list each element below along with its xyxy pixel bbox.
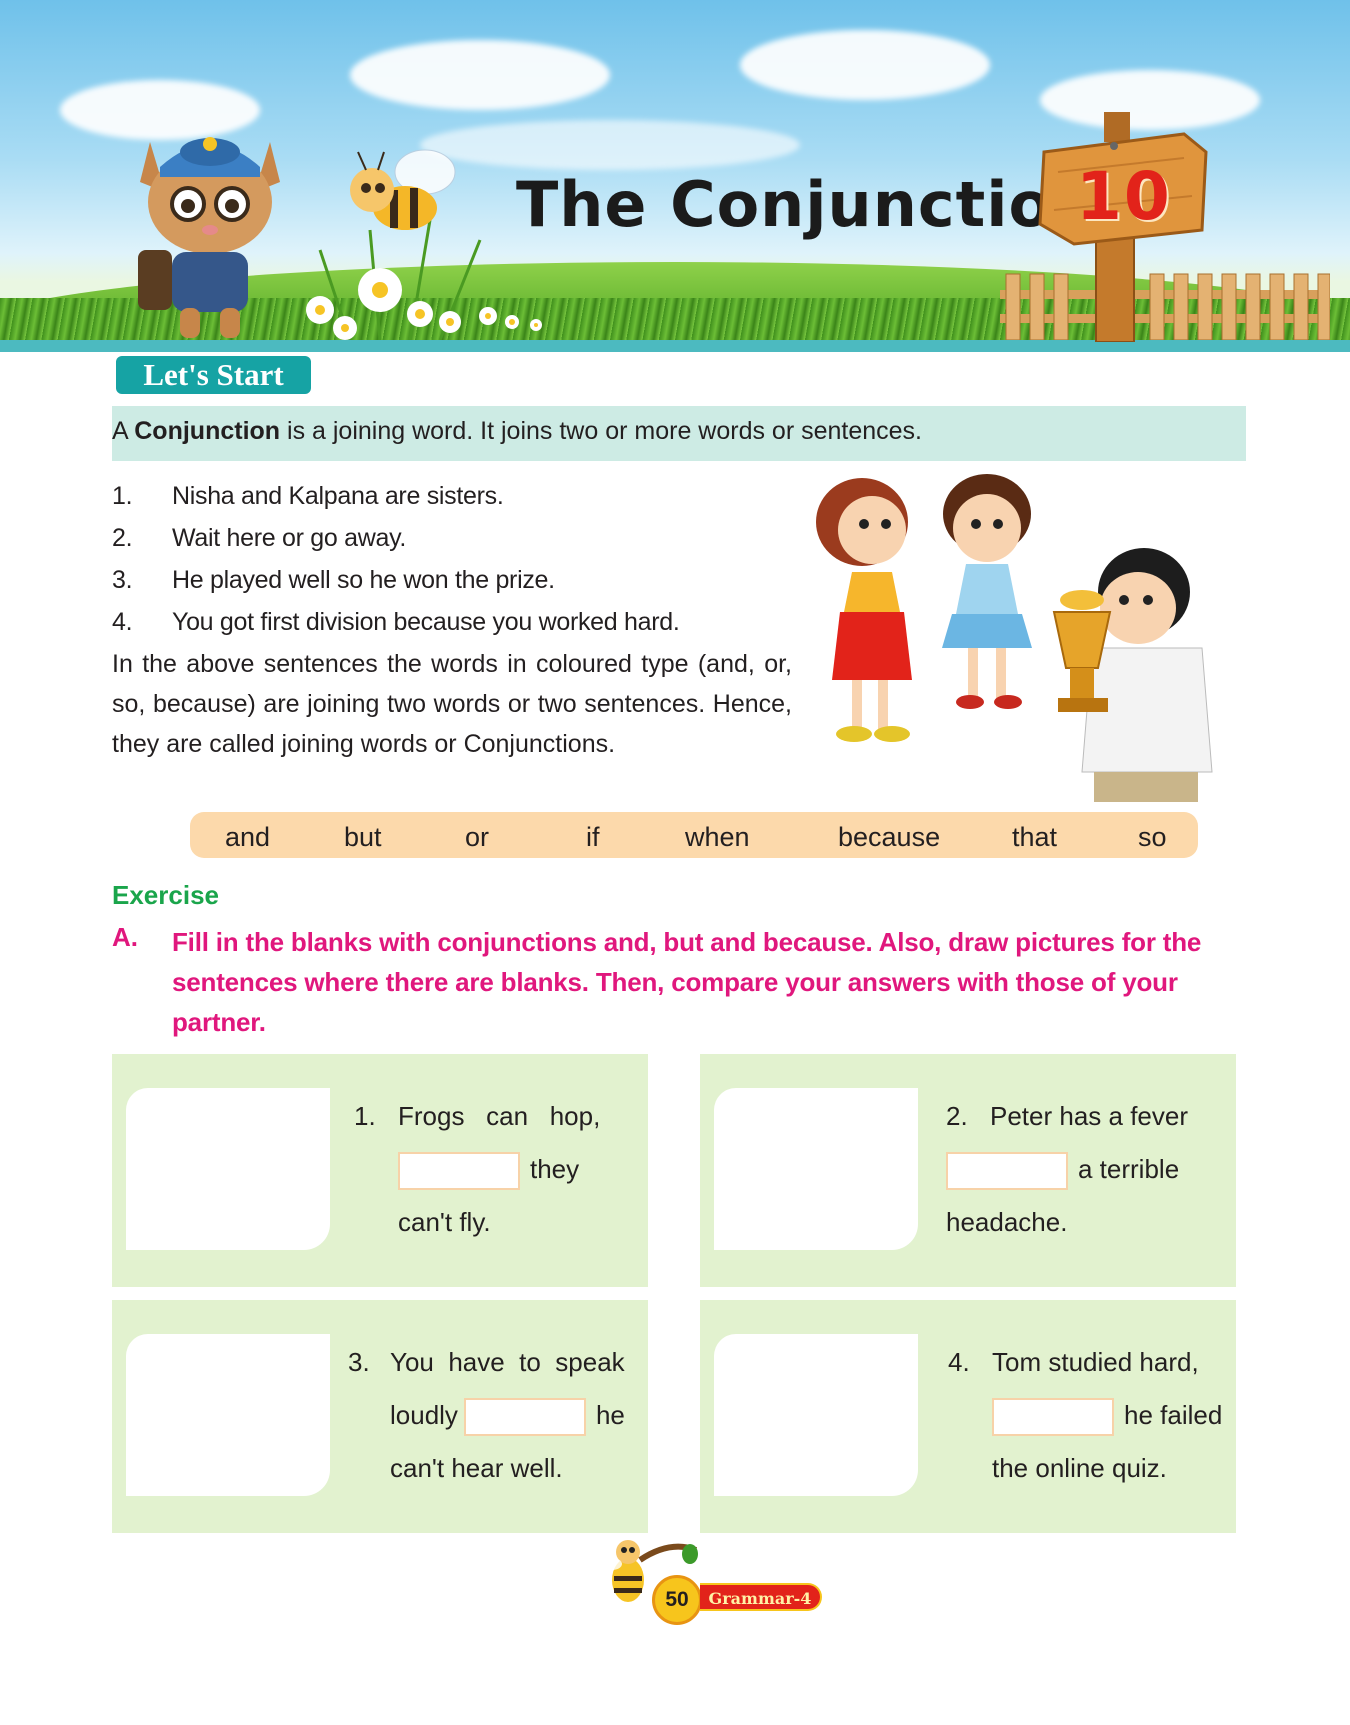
example-text: He played well so he won the prize.: [172, 566, 555, 594]
exercise-text: he failed: [1124, 1400, 1223, 1430]
chapter-number: 10: [1076, 158, 1172, 235]
answer-blank[interactable]: [463, 1398, 586, 1437]
exercise-sentence: 3. You have to speak loudly he can't hear …: [348, 1336, 625, 1495]
example-number: 2.: [112, 524, 133, 552]
drawing-box[interactable]: [126, 1334, 330, 1496]
example-item: 4. You got first division because you wor…: [112, 602, 802, 644]
exercise-line: can't fly.: [354, 1196, 600, 1249]
chapter-banner: The Conjunction 10: [0, 0, 1350, 352]
cat-mascot-icon: [138, 137, 280, 338]
exercise-sentence: 2. Peter has a fever a terrible headache.: [946, 1090, 1188, 1249]
conjunction-word-bar: and but or if when because that so: [190, 812, 1198, 858]
children-with-trophy-illustration: [816, 474, 1213, 802]
exercise-heading: Exercise: [112, 880, 219, 910]
example-text: You got first division because you worke…: [172, 608, 680, 636]
example-number: 3.: [112, 566, 133, 594]
conjunction-word: when: [685, 822, 750, 852]
explanation-paragraph: In the above sentences the words in colo…: [112, 650, 792, 758]
exercise-line: 2. Peter has a fever: [946, 1090, 1188, 1143]
conjunction-word: because: [838, 822, 941, 852]
exercise-text: they: [530, 1154, 580, 1184]
exercise-card: 2. Peter has a fever a terrible headache.: [700, 1054, 1236, 1287]
definition-box: A Conjunction is a joining word. It join…: [112, 406, 1246, 461]
exercise-line: can't hear well.: [348, 1442, 625, 1495]
exercise-text: headache.: [946, 1207, 1068, 1237]
exercise-text: can't hear well.: [390, 1453, 563, 1483]
exercise-text: Peter has a fever: [990, 1101, 1188, 1131]
example-text: Wait here or go away.: [172, 524, 407, 552]
example-text: Nisha and Kalpana are sisters.: [172, 482, 504, 510]
exercise-text: a terrible: [1078, 1154, 1180, 1184]
exercise-number: 3.: [348, 1347, 370, 1377]
example-sentences: 1. Nisha and Kalpana are sisters. 2. Wait …: [112, 476, 802, 644]
book-label: Grammar-4: [700, 1583, 822, 1611]
exercise-text: he: [595, 1400, 625, 1430]
exercise-line: headache.: [946, 1196, 1188, 1249]
exercise-sentence: 1. Frogs can hop, they can't fly.: [354, 1090, 600, 1249]
answer-blank[interactable]: [992, 1398, 1114, 1437]
answer-blank[interactable]: [398, 1152, 520, 1191]
lets-start-label: Let's Start: [116, 356, 311, 394]
bee-icon: [350, 149, 456, 230]
drawing-box[interactable]: [126, 1088, 330, 1250]
example-item: 1. Nisha and Kalpana are sisters.: [112, 476, 802, 518]
conjunction-word: and: [225, 822, 271, 852]
answer-blank[interactable]: [946, 1152, 1068, 1191]
exercise-card: 1. Frogs can hop, they can't fly.: [112, 1054, 648, 1287]
exercise-card: 4. Tom studied hard, he failed the online…: [700, 1300, 1236, 1533]
exercise-sentence: 4. Tom studied hard, he failed the online…: [948, 1336, 1222, 1495]
drawing-box[interactable]: [714, 1088, 918, 1250]
exercise-line: they: [354, 1143, 600, 1196]
exercise-number: 2.: [946, 1101, 968, 1131]
exercise-text: the online quiz.: [992, 1453, 1167, 1483]
exercise-number: 4.: [948, 1347, 970, 1377]
cloud: [420, 120, 800, 170]
example-item: 3. He played well so he won the prize.: [112, 560, 802, 602]
example-number: 4.: [112, 608, 133, 636]
exercise-line: 4. Tom studied hard,: [948, 1336, 1222, 1389]
exercise-line: loudly he: [348, 1389, 625, 1442]
exercise-line: 1. Frogs can hop,: [354, 1090, 600, 1143]
page-number: 50: [652, 1575, 702, 1625]
exercise-text: Tom studied hard,: [992, 1347, 1199, 1377]
exercise-text: Frogs can hop,: [398, 1101, 601, 1131]
example-number: 1.: [112, 482, 133, 510]
conjunction-word: so: [1138, 822, 1167, 852]
example-item: 2. Wait here or go away.: [112, 518, 802, 560]
exercise-letter: A.: [112, 922, 138, 952]
exercise-number: 1.: [354, 1101, 376, 1131]
exercise-text: loudly: [390, 1400, 458, 1430]
conjunction-word: if: [586, 822, 600, 852]
exercise-line: the online quiz.: [948, 1442, 1222, 1495]
cloud: [740, 30, 990, 100]
definition-text: is a joining word. It joins two or more …: [280, 417, 923, 445]
exercise-text: can't fly.: [398, 1207, 491, 1237]
chapter-title: The Conjunction: [516, 168, 1098, 241]
conjunction-word: or: [465, 822, 490, 852]
conjunction-word: but: [344, 822, 382, 852]
definition-term: Conjunction: [134, 417, 281, 445]
exercise-line: a terrible: [946, 1143, 1188, 1196]
drawing-box[interactable]: [714, 1334, 918, 1496]
exercise-text: You have to speak: [390, 1347, 625, 1377]
exercise-card: 3. You have to speak loudly he can't hear …: [112, 1300, 648, 1533]
exercise-line: he failed: [948, 1389, 1222, 1442]
exercise-instruction: Fill in the blanks with conjunctions and…: [172, 927, 1202, 1037]
cloud: [350, 40, 610, 110]
definition-prefix: A: [112, 417, 135, 445]
conjunction-word: that: [1012, 822, 1058, 852]
exercise-line: 3. You have to speak: [348, 1336, 625, 1389]
